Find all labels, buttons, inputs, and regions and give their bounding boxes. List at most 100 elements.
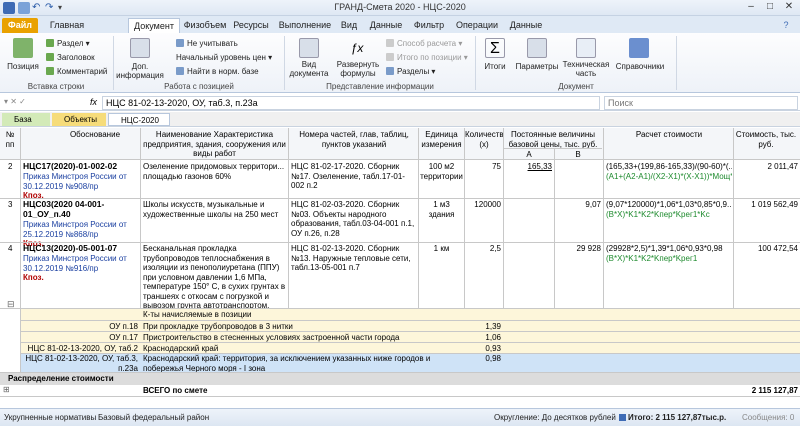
tab-physvolume[interactable]: Физобъем xyxy=(182,18,228,33)
row-formula-template: (B*X)*K1*K2*Kпер*Kрег1 xyxy=(606,254,698,263)
help-icon[interactable]: ? xyxy=(776,18,796,33)
col-qty: Количество (х) xyxy=(465,130,503,149)
grid-line xyxy=(733,128,734,308)
total-icon xyxy=(619,414,626,421)
minimize-button[interactable]: – xyxy=(742,1,760,14)
grid-line xyxy=(0,242,800,243)
document-tabs: База Объекты НЦС-2020 xyxy=(0,112,800,127)
estimate-grid: № пп Обоснование Наименование Характерис… xyxy=(0,128,800,408)
tab-execution[interactable]: Выполнение xyxy=(276,18,334,33)
col-num: № пп xyxy=(5,130,15,149)
comment-label: Комментарий xyxy=(57,67,108,76)
tab-main[interactable]: Главная xyxy=(42,18,92,33)
coef-text: Краснодарский край: территория, за исклю… xyxy=(143,354,431,373)
formula-input[interactable]: НЦС 81-02-13-2020, ОУ, таб.3, п.23а xyxy=(102,96,600,110)
ignore-button[interactable]: Не учитывать xyxy=(176,38,238,49)
formula-icon[interactable]: ƒx xyxy=(347,38,367,58)
header-button[interactable]: Заголовок xyxy=(46,52,95,63)
close-button[interactable]: ✕ xyxy=(780,1,798,14)
parameters-button[interactable]: Параметры xyxy=(514,62,560,71)
section-button[interactable]: Раздел ▾ xyxy=(46,38,90,49)
col-obosn: Обоснование xyxy=(69,130,121,139)
extra-info-button[interactable]: Доп. информация xyxy=(114,62,166,80)
col-nomera: Номера частей, глав, таблиц, пунктов ука… xyxy=(299,130,409,149)
comment-icon xyxy=(46,67,54,75)
grid-line xyxy=(0,198,800,199)
grid-line xyxy=(503,128,504,308)
tab-objects[interactable]: Объекты xyxy=(52,113,106,126)
distribution-label[interactable]: Распределение стоимости xyxy=(8,374,208,384)
row-order: Приказ Минстроя России от 30.12.2019 №90… xyxy=(23,172,127,191)
tab-document[interactable]: Документ xyxy=(128,18,180,33)
row-unit: 1 м3 здания xyxy=(428,200,455,219)
fx-icon: fx xyxy=(90,97,98,107)
status-messages[interactable]: Сообщения: 0 xyxy=(742,413,794,422)
sections-icon xyxy=(386,67,394,75)
tab-data2[interactable]: Данные xyxy=(504,18,548,33)
grid-line xyxy=(288,128,289,308)
doc-view-button[interactable]: Вид документа xyxy=(286,60,332,78)
row-number: 3 xyxy=(8,200,13,209)
sections-button[interactable]: Разделы ▾ xyxy=(386,66,435,77)
position-button[interactable]: Позиция xyxy=(2,62,44,71)
reference-button[interactable]: Справочники xyxy=(612,62,668,71)
row-a[interactable]: 165,33 xyxy=(505,162,552,172)
grid-line xyxy=(0,396,800,397)
tech-part-button[interactable]: Техническая часть xyxy=(562,60,610,78)
calc-method-label: Способ расчета xyxy=(397,39,457,48)
find-in-base-label: Найти в норм. базе xyxy=(187,67,259,76)
grid-line xyxy=(418,128,419,308)
ribbon-tabs: Файл Главная Документ Физобъем Ресурсы В… xyxy=(0,16,800,33)
section-icon xyxy=(46,39,54,47)
parameters-icon[interactable] xyxy=(527,38,547,58)
doc-view-icon[interactable] xyxy=(299,38,319,58)
header-label: Заголовок xyxy=(57,53,95,62)
find-in-base-button[interactable]: Найти в норм. базе xyxy=(176,66,259,77)
search-input[interactable]: Поиск xyxy=(604,96,798,110)
comment-button[interactable]: Комментарий xyxy=(46,66,107,77)
col-rasch: Расчет стоимости xyxy=(635,130,703,139)
formula-tools: ▾ ✕ ✓ xyxy=(4,97,26,106)
tab-view[interactable]: Вид xyxy=(336,18,362,33)
position-total-icon xyxy=(386,53,394,61)
row-order: Приказ Минстроя России от 25.12.2019 №86… xyxy=(23,220,127,239)
grid-line xyxy=(21,342,800,343)
col-unit: Единица измерения xyxy=(421,130,462,149)
coef-value: 0,98 xyxy=(485,354,501,363)
reference-icon[interactable] xyxy=(629,38,649,58)
row-unit: 100 м2 территории xyxy=(420,162,463,181)
ribbon: Позиция Раздел ▾ Заголовок Комментарий В… xyxy=(0,33,800,93)
start-price-level-label: Начальный уровень цен xyxy=(176,53,266,62)
total-label: ВСЕГО по смете xyxy=(143,386,208,395)
row-qty: 120000 xyxy=(474,200,501,209)
tab-base[interactable]: База xyxy=(2,113,50,126)
row-cost: 100 472,54 xyxy=(757,244,798,253)
row-kpoz: Кпоз. xyxy=(23,273,44,282)
expand-icon[interactable]: ⊞ xyxy=(3,385,13,395)
position-icon[interactable] xyxy=(13,38,33,58)
tech-part-icon[interactable] xyxy=(576,38,596,58)
info-icon[interactable] xyxy=(130,38,150,58)
tab-file[interactable]: Файл xyxy=(2,18,38,33)
tab-ncs2020[interactable]: НЦС-2020 xyxy=(108,113,170,126)
position-total-button[interactable]: Итого по позиции ▾ xyxy=(386,52,468,63)
totals-button[interactable]: Итоги xyxy=(478,62,512,71)
tab-data[interactable]: Данные xyxy=(364,18,408,33)
header-icon xyxy=(46,53,54,61)
status-total-text: Итого: 2 115 127,87тыс.р. xyxy=(628,413,727,422)
row-unit: 1 км xyxy=(433,244,450,253)
sigma-icon[interactable]: Σ xyxy=(485,38,505,58)
tab-operations[interactable]: Операции xyxy=(452,18,502,33)
maximize-button[interactable]: □ xyxy=(761,1,779,14)
row-ref: НЦС 81-02-17-2020. Сборник №17. Озеленен… xyxy=(291,162,405,190)
col-post: Постоянные величины базовой цены, тыс. р… xyxy=(508,130,598,149)
tab-filter[interactable]: Фильтр xyxy=(410,18,448,33)
expand-formulas-button[interactable]: Развернуть формулы xyxy=(334,60,382,78)
status-rounding[interactable]: Округление: До десятков рублей xyxy=(494,413,616,422)
sections-label: Разделы xyxy=(397,67,430,76)
tab-resources[interactable]: Ресурсы xyxy=(230,18,272,33)
ribbon-separator xyxy=(676,36,677,90)
row-order: Приказ Минстроя России от 30.12.2019 №91… xyxy=(23,254,127,273)
calc-method-button[interactable]: Способ расчета ▾ xyxy=(386,38,462,49)
start-price-level-button[interactable]: Начальный уровень цен ▾ xyxy=(176,52,272,63)
